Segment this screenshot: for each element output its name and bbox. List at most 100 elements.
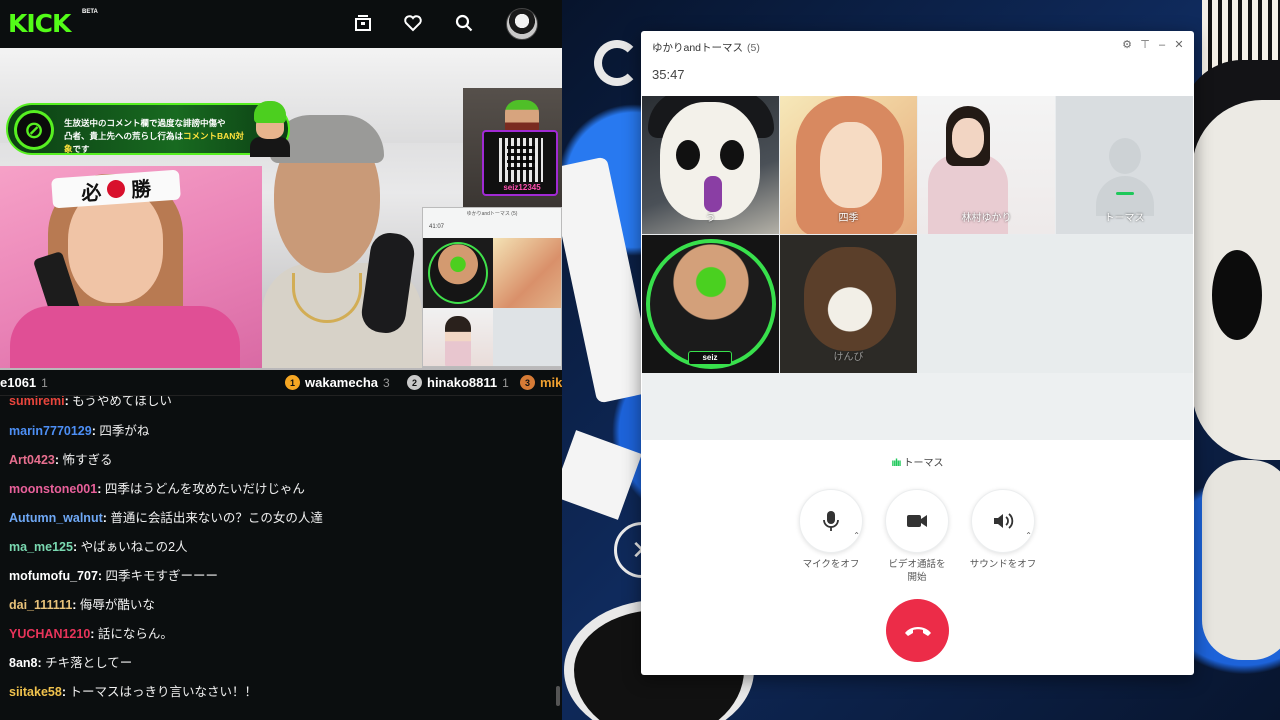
qr-label: seiz12345 bbox=[503, 183, 541, 192]
participant-count: (5) bbox=[747, 42, 760, 54]
chat-username[interactable]: 8an8 bbox=[9, 656, 38, 670]
mini-call-time: 41:07 bbox=[429, 224, 445, 230]
participant-tile-active-speaker[interactable]: seiz bbox=[642, 235, 779, 373]
leaderboard-entry[interactable]: 2 hinako8811 1 bbox=[407, 375, 509, 390]
participant-tile[interactable]: 四季 bbox=[780, 96, 917, 234]
mini-call-title: ゆかりandトーマス (5) bbox=[466, 211, 518, 217]
chat-username[interactable]: mofumofu_707 bbox=[9, 569, 98, 583]
participant-tile[interactable]: 林村ゆかり bbox=[918, 96, 1055, 234]
participant-name: けんび bbox=[833, 352, 864, 363]
notice-line-1: 生放送中のコメント欄で過度な誹謗中傷や bbox=[64, 118, 226, 128]
sound-toggle-label: サウンドをオフ bbox=[969, 559, 1037, 570]
chat-message: moonstone001: 四季はうどんを攻めたいだけじゃん bbox=[9, 482, 305, 496]
hang-up-button[interactable] bbox=[886, 599, 949, 662]
group-call-window: ゆかりandトーマス (5) ⚙ ⊤ – ✕ 35:47 う 四季 林村ゆかり ト… bbox=[641, 31, 1194, 675]
gear-icon[interactable]: ⚙ bbox=[1120, 38, 1134, 52]
library-icon[interactable] bbox=[352, 12, 374, 34]
leaderboard-name: hinako8811 bbox=[427, 375, 498, 390]
chat-message: ma_me125: やばぁいねこの2人 bbox=[9, 540, 188, 554]
chat-text: もうやめてほしい bbox=[72, 396, 172, 408]
rank-1-badge: 1 bbox=[285, 375, 300, 390]
close-icon[interactable]: ✕ bbox=[1172, 38, 1186, 52]
qr-code bbox=[499, 138, 543, 182]
chat-scrollbar[interactable] bbox=[556, 686, 560, 706]
chat-message: YUCHAN1210: 話にならん。 bbox=[9, 627, 173, 641]
chat-username[interactable]: moonstone001 bbox=[9, 482, 97, 496]
participant-name: 林村ゆかり bbox=[961, 213, 1012, 224]
chat-message: Art0423: 怖すぎる bbox=[9, 453, 113, 467]
participant-tile[interactable]: トーマス bbox=[1056, 96, 1193, 234]
leaderboard-name: wakamecha bbox=[305, 375, 378, 390]
call-title: ゆかりandトーマス (5) bbox=[652, 40, 760, 55]
rank-3-badge: 3 bbox=[520, 375, 535, 390]
leaderboard-entry[interactable]: e1061 1 bbox=[0, 375, 48, 390]
active-speaker-name: トーマス bbox=[903, 458, 944, 469]
chat-message: siitake58: トーマスはっきり言いなさい！！ bbox=[9, 685, 257, 699]
mic-toggle-button[interactable]: ⌃ bbox=[799, 489, 863, 553]
mini-call-window: ゆかりandトーマス (5) 41:07 bbox=[422, 207, 562, 367]
leaderboard-count: 1 bbox=[41, 375, 48, 390]
chat-username[interactable]: YUCHAN1210 bbox=[9, 627, 90, 641]
empty-tile bbox=[642, 373, 1193, 440]
notice-line-2a: 凸者、貴上先への荒らし行為は bbox=[64, 131, 184, 141]
audio-wave-icon: ıılıı bbox=[891, 458, 902, 469]
search-icon[interactable] bbox=[453, 12, 475, 34]
video-toggle-button[interactable] bbox=[885, 489, 949, 553]
call-title-text: ゆかりandトーマス bbox=[652, 42, 744, 54]
video-toggle-label: ビデオ通話を 開始 bbox=[872, 558, 962, 584]
mascot-character bbox=[244, 99, 296, 157]
moderation-notice-banner: ⊘ 生放送中のコメント欄で過度な誹謗中傷や 凸者、貴上先への荒らし行為はコメント… bbox=[6, 101, 290, 157]
chat-message: mofumofu_707: 四季キモすぎーーー bbox=[9, 569, 219, 583]
chat-text: 普通に会話出来ないの？この女の人達 bbox=[110, 511, 323, 525]
chat-username[interactable]: Art0423 bbox=[9, 453, 55, 467]
gifter-leaderboard: e1061 1 1 wakamecha 3 2 hinako8811 1 3 m… bbox=[0, 370, 562, 396]
rank-2-badge: 2 bbox=[407, 375, 422, 390]
call-timer: 35:47 bbox=[652, 67, 685, 82]
chat-username[interactable]: sumiremi bbox=[9, 396, 65, 408]
mic-toggle-label: マイクをオフ bbox=[802, 559, 860, 570]
chat-panel: sumiremi: もうやめてほしい marin7770129: 四季がね Ar… bbox=[0, 396, 562, 720]
participant-tile[interactable]: う bbox=[642, 96, 779, 234]
user-avatar[interactable] bbox=[506, 8, 538, 40]
phone-hangup-icon bbox=[904, 626, 931, 636]
sound-toggle-button[interactable]: ⌃ bbox=[971, 489, 1035, 553]
chat-username[interactable]: marin7770129 bbox=[9, 424, 92, 438]
pin-icon[interactable]: ⊤ bbox=[1138, 38, 1152, 52]
chat-text: チキ落としてー bbox=[45, 656, 133, 670]
microphone-icon bbox=[823, 511, 839, 531]
chat-message: dai_111111: 侮辱が酷いな bbox=[9, 598, 155, 612]
chat-username[interactable]: Autumn_walnut bbox=[9, 511, 103, 525]
chat-text: 四季がね bbox=[99, 424, 150, 438]
leaderboard-name: mik bbox=[540, 375, 562, 390]
chat-username[interactable]: dai_111111 bbox=[9, 598, 72, 612]
chat-text: 話にならん。 bbox=[97, 627, 173, 641]
chat-text: やばぁいねこの2人 bbox=[80, 540, 188, 554]
chat-text: 四季キモすぎーーー bbox=[105, 569, 219, 583]
leaderboard-entry[interactable]: 3 mik bbox=[520, 375, 562, 390]
chat-message: marin7770129: 四季がね bbox=[9, 424, 150, 438]
qr-code-panel: seiz12345 bbox=[482, 130, 558, 196]
chevron-up-icon[interactable]: ⌃ bbox=[853, 531, 860, 540]
video-label-line-2: 開始 bbox=[907, 572, 927, 583]
chat-text: 侮辱が酷いな bbox=[79, 598, 155, 612]
chat-text: 四季はうどんを攻めたいだけじゃん bbox=[104, 482, 305, 496]
participant-name: 四季 bbox=[838, 213, 859, 224]
participant-name: トーマス bbox=[1104, 213, 1145, 224]
chevron-up-icon[interactable]: ⌃ bbox=[1025, 531, 1032, 540]
minimize-icon[interactable]: – bbox=[1155, 38, 1169, 52]
chat-username[interactable]: ma_me125 bbox=[9, 540, 73, 554]
leaderboard-count: 1 bbox=[502, 375, 509, 390]
participant-tag: seiz bbox=[688, 351, 732, 365]
chat-text: 怖すぎる bbox=[62, 453, 113, 467]
chat-message: Autumn_walnut: 普通に会話出来ないの？この女の人達 bbox=[9, 511, 323, 525]
default-avatar-icon bbox=[1109, 138, 1141, 174]
video-camera-icon bbox=[907, 515, 927, 527]
kick-logo[interactable]: KICK bbox=[8, 9, 71, 38]
participant-tile[interactable]: けんび bbox=[780, 235, 917, 373]
chat-username[interactable]: siitake58 bbox=[9, 685, 62, 699]
heart-icon[interactable] bbox=[402, 12, 424, 34]
notice-text: 生放送中のコメント欄で過度な誹謗中傷や 凸者、貴上先への荒らし行為はコメントBA… bbox=[64, 117, 244, 156]
leaderboard-entry[interactable]: 1 wakamecha 3 bbox=[285, 375, 390, 390]
speaker-icon bbox=[994, 513, 1014, 529]
stream-video[interactable]: 必勝 必勝 ⊘ 生放送中のコメント欄で過度な誹謗中傷や 凸者、貴上先への荒らし行… bbox=[0, 48, 562, 370]
